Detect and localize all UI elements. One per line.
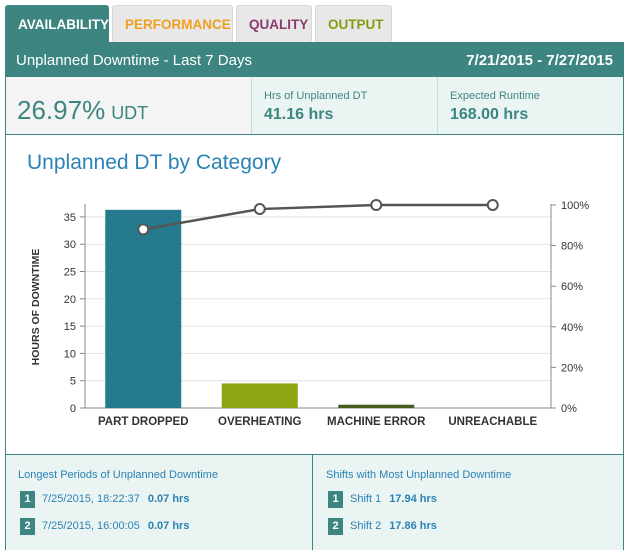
y-tick-label: 5 bbox=[70, 376, 76, 388]
tab-label: OUTPUT bbox=[328, 16, 384, 32]
tab-availability[interactable]: AVAILABILITY bbox=[5, 5, 109, 42]
period-duration: 0.07 hrs bbox=[147, 493, 190, 505]
chart-title: Unplanned DT by Category bbox=[27, 151, 282, 174]
tab-label: QUALITY bbox=[249, 16, 309, 32]
period-duration: 0.07 hrs bbox=[147, 520, 190, 532]
stat-value: 41.16 hrs bbox=[264, 106, 334, 123]
x-tick-label: MACHINE ERROR bbox=[327, 416, 426, 428]
bar-part-dropped bbox=[105, 209, 182, 408]
tab-label: PERFORMANCE bbox=[125, 16, 231, 32]
dashboard: AVAILABILITY PERFORMANCE QUALITY OUTPUT … bbox=[0, 0, 629, 553]
y2-tick-label: 40% bbox=[561, 322, 583, 334]
period-timestamp: 7/25/2015, 18:22:37 bbox=[42, 493, 140, 505]
rank-badge: 2 bbox=[20, 517, 35, 535]
udt-summary: 26.97% UDT bbox=[6, 77, 252, 134]
shift-duration: 17.94 hrs bbox=[389, 493, 437, 505]
y-tick-label: 30 bbox=[64, 239, 76, 251]
shifts-title: Shifts with Most Unplanned Downtime bbox=[326, 469, 512, 481]
tab-performance[interactable]: PERFORMANCE bbox=[112, 5, 233, 42]
udt-value: 26.97% bbox=[17, 95, 106, 125]
udt-percent: 26.97% UDT bbox=[17, 95, 148, 126]
hrs-unplanned-stat: Hrs of Unplanned DT 41.16 hrs bbox=[252, 77, 438, 134]
y2-tick-label: 100% bbox=[561, 200, 589, 212]
y2-tick-label: 20% bbox=[561, 362, 583, 374]
y-tick-label: 0 bbox=[70, 403, 76, 415]
tab-quality[interactable]: QUALITY bbox=[236, 5, 312, 42]
bar-overheating bbox=[221, 383, 298, 408]
stat-label: Expected Runtime bbox=[450, 90, 540, 102]
rank-badge: 1 bbox=[328, 490, 343, 508]
list-item[interactable]: 1 Shift 1 17.94 hrs bbox=[328, 490, 437, 508]
cumulative-point bbox=[370, 199, 383, 211]
stat-value: 168.00 hrs bbox=[450, 106, 529, 123]
tab-label: AVAILABILITY bbox=[18, 16, 109, 32]
x-tick-label: UNREACHABLE bbox=[448, 416, 537, 428]
y-tick-label: 10 bbox=[64, 348, 76, 360]
y-tick-label: 25 bbox=[64, 267, 76, 279]
y2-tick-label: 80% bbox=[561, 241, 583, 253]
shift-name: Shift 1 bbox=[350, 493, 382, 505]
list-item[interactable]: 2 7/25/2015, 16:00:05 0.07 hrs bbox=[20, 517, 189, 535]
shifts-panel: Shifts with Most Unplanned Downtime 1 Sh… bbox=[314, 455, 623, 550]
y-tick-label: 35 bbox=[64, 212, 76, 224]
x-tick-label: PART DROPPED bbox=[98, 416, 189, 428]
expected-runtime-stat: Expected Runtime 168.00 hrs bbox=[438, 77, 623, 134]
tab-bar: AVAILABILITY PERFORMANCE QUALITY OUTPUT bbox=[5, 5, 392, 42]
rank-badge: 1 bbox=[20, 490, 35, 508]
list-item[interactable]: 1 7/25/2015, 18:22:37 0.07 hrs bbox=[20, 490, 189, 508]
availability-panel: Unplanned Downtime - Last 7 Days 7/21/20… bbox=[5, 42, 624, 550]
rank-badge: 2 bbox=[328, 517, 343, 535]
cumulative-point bbox=[253, 203, 266, 216]
shift-name: Shift 2 bbox=[350, 520, 382, 532]
longest-periods-panel: Longest Periods of Unplanned Downtime 1 … bbox=[6, 455, 313, 550]
udt-unit: UDT bbox=[111, 103, 149, 123]
downtime-pareto-chart: 0 5 10 15 20 25 30 35 0% 20% 40% 60% 80% 100% HOURS OF… bbox=[30, 199, 589, 428]
y-axis-label: HOURS OF DOWNTIME bbox=[30, 249, 42, 366]
shift-duration: 17.86 hrs bbox=[389, 520, 437, 532]
stats-row: 26.97% UDT Hrs of Unplanned DT 41.16 hrs … bbox=[6, 77, 623, 135]
y-tick-label: 15 bbox=[64, 321, 76, 333]
y-tick-label: 20 bbox=[64, 294, 76, 306]
panel-title: Unplanned Downtime - Last 7 Days bbox=[16, 52, 252, 69]
bottom-panels: Longest Periods of Unplanned Downtime 1 … bbox=[6, 454, 623, 550]
panel-header: Unplanned Downtime - Last 7 Days 7/21/20… bbox=[6, 43, 623, 77]
date-range: 7/21/2015 - 7/27/2015 bbox=[466, 52, 613, 69]
cumulative-point bbox=[137, 223, 150, 236]
cumulative-point bbox=[486, 199, 499, 211]
y2-tick-label: 60% bbox=[561, 281, 583, 293]
x-tick-label: OVERHEATING bbox=[218, 416, 302, 428]
list-item[interactable]: 2 Shift 2 17.86 hrs bbox=[328, 517, 437, 535]
period-timestamp: 7/25/2015, 16:00:05 bbox=[42, 520, 140, 532]
tab-output[interactable]: OUTPUT bbox=[315, 5, 392, 42]
bar-machine-error bbox=[338, 404, 415, 408]
y2-tick-label: 0% bbox=[561, 403, 577, 415]
stat-label: Hrs of Unplanned DT bbox=[264, 90, 368, 102]
longest-periods-title: Longest Periods of Unplanned Downtime bbox=[18, 469, 218, 481]
